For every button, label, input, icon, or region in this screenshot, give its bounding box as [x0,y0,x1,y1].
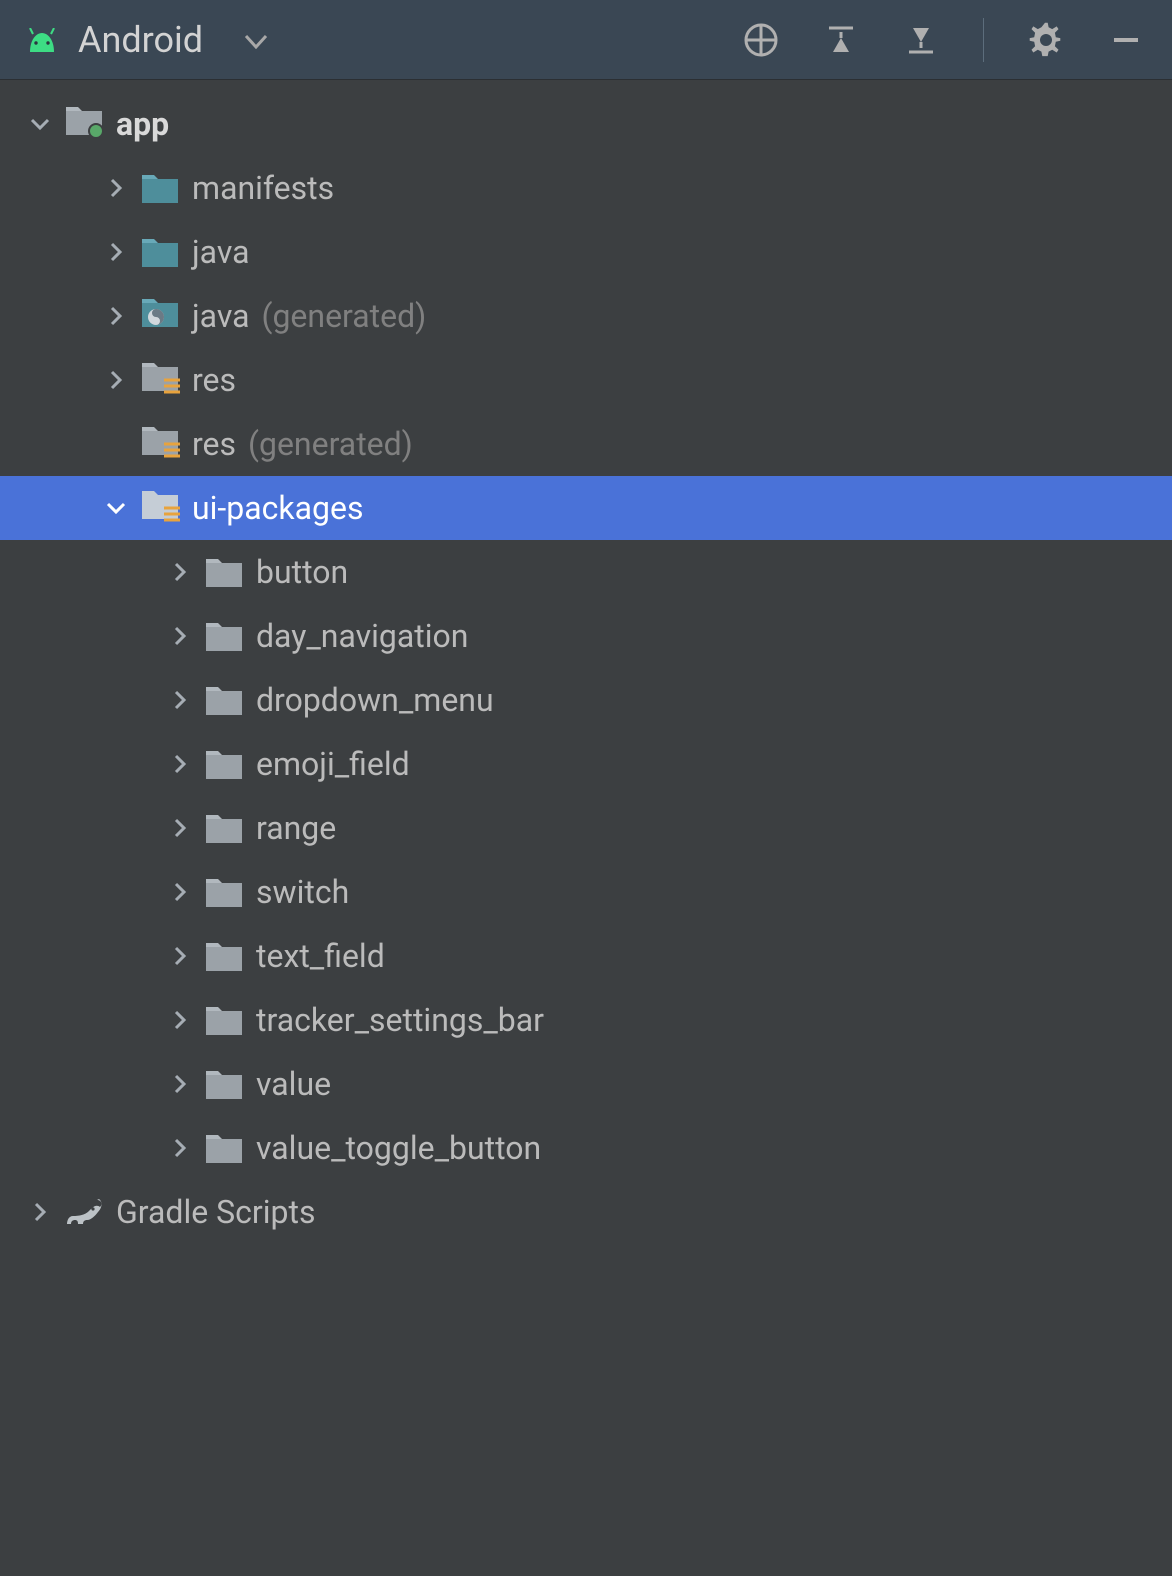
collapse-all-icon[interactable] [899,18,943,62]
tree-label: dropdown_menu [256,681,494,719]
folder-icon [200,1003,248,1037]
folder-icon [200,1067,248,1101]
tree-node-value[interactable]: value [0,1052,1172,1116]
tree-node-java-generated[interactable]: java (generated) [0,284,1172,348]
tree-label-secondary: (generated) [248,425,413,463]
folder-icon [136,235,184,269]
tree-node-app[interactable]: app [0,92,1172,156]
tree-node-manifests[interactable]: manifests [0,156,1172,220]
tree-label-secondary: (generated) [262,297,427,335]
chevron-right-icon[interactable] [160,560,200,584]
project-view-header: Android [0,0,1172,80]
view-selector[interactable]: Android [24,19,267,61]
tree-label: range [256,809,336,847]
minimize-icon[interactable] [1104,18,1148,62]
tree-label: java [192,297,250,335]
gradle-icon [60,1196,108,1228]
view-selector-label: Android [78,19,203,61]
chevron-right-icon[interactable] [160,944,200,968]
chevron-right-icon[interactable] [160,688,200,712]
chevron-down-icon[interactable] [20,112,60,136]
tree-label: switch [256,873,349,911]
chevron-right-icon[interactable] [160,880,200,904]
tree-node-res-generated[interactable]: res (generated) [0,412,1172,476]
tree-node-tracker-settings-bar[interactable]: tracker_settings_bar [0,988,1172,1052]
dropdown-arrow-icon [245,23,267,56]
tree-label: app [116,105,169,143]
header-divider [983,18,984,62]
tree-node-java[interactable]: java [0,220,1172,284]
tree-label: java [192,233,250,271]
chevron-right-icon[interactable] [160,816,200,840]
folder-icon [200,683,248,717]
project-tree: app manifests java [0,80,1172,1244]
chevron-right-icon[interactable] [160,752,200,776]
chevron-right-icon[interactable] [20,1200,60,1224]
tree-node-day-navigation[interactable]: day_navigation [0,604,1172,668]
chevron-right-icon[interactable] [160,1136,200,1160]
folder-icon [200,619,248,653]
tree-label: res [192,361,236,399]
tree-node-res[interactable]: res [0,348,1172,412]
tree-label: day_navigation [256,617,468,655]
tree-label: emoji_field [256,745,410,783]
tree-label: res [192,425,236,463]
folder-icon [200,747,248,781]
folder-icon [200,555,248,589]
module-folder-icon [60,103,108,145]
tree-label: manifests [192,169,334,207]
chevron-right-icon[interactable] [96,176,136,200]
chevron-down-icon[interactable] [96,496,136,520]
gear-icon[interactable] [1024,18,1068,62]
tree-label: ui-packages [192,489,363,527]
tree-label: text_field [256,937,385,975]
resource-folder-icon [136,359,184,401]
tree-label: tracker_settings_bar [256,1001,544,1039]
tree-node-switch[interactable]: switch [0,860,1172,924]
tree-label: value_toggle_button [256,1129,541,1167]
tree-node-text-field[interactable]: text_field [0,924,1172,988]
chevron-right-icon[interactable] [96,368,136,392]
tree-node-ui-packages[interactable]: ui-packages [0,476,1172,540]
tree-label: Gradle Scripts [116,1193,315,1231]
tree-node-emoji-field[interactable]: emoji_field [0,732,1172,796]
folder-icon [200,1131,248,1165]
tree-node-value-toggle-button[interactable]: value_toggle_button [0,1116,1172,1180]
folder-icon [200,939,248,973]
resource-folder-icon [136,423,184,465]
chevron-right-icon[interactable] [160,1072,200,1096]
chevron-right-icon[interactable] [96,304,136,328]
resource-folder-icon [136,487,184,529]
chevron-right-icon[interactable] [96,240,136,264]
select-opened-file-icon[interactable] [739,18,783,62]
tree-label: value [256,1065,331,1103]
tree-node-button[interactable]: button [0,540,1172,604]
tree-node-gradle-scripts[interactable]: Gradle Scripts [0,1180,1172,1244]
folder-icon [136,171,184,205]
chevron-right-icon[interactable] [160,624,200,648]
tree-node-range[interactable]: range [0,796,1172,860]
folder-icon [200,875,248,909]
folder-icon [200,811,248,845]
android-icon [24,28,60,52]
chevron-right-icon[interactable] [160,1008,200,1032]
expand-all-icon[interactable] [819,18,863,62]
tree-label: button [256,553,348,591]
tree-node-dropdown-menu[interactable]: dropdown_menu [0,668,1172,732]
generated-folder-icon [136,295,184,337]
